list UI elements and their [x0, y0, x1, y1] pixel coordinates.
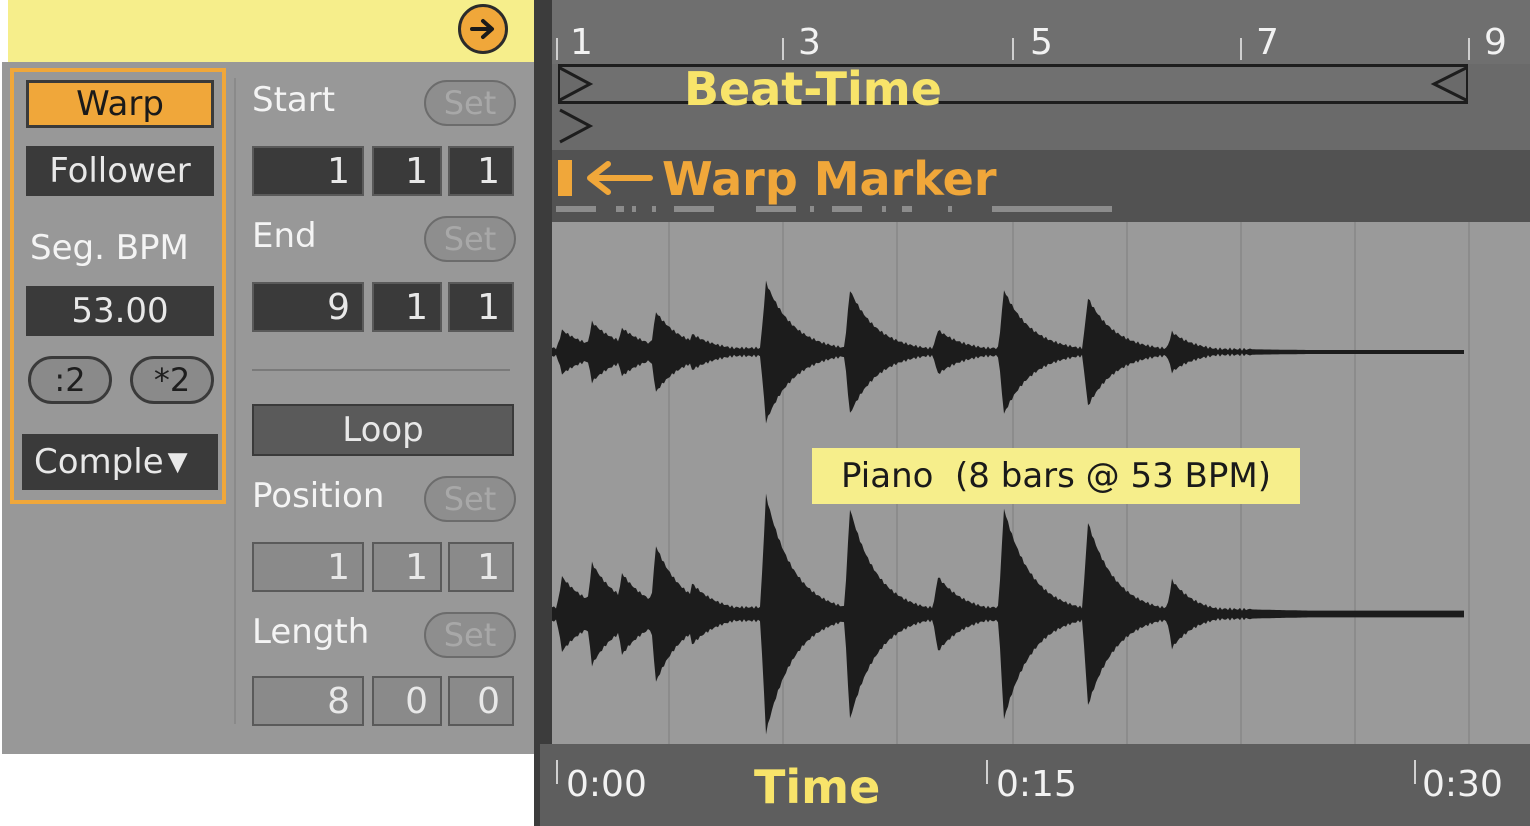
- clip-title-bar: [8, 0, 534, 62]
- waveform-channel: [552, 280, 1464, 424]
- position-bar-field[interactable]: 1: [252, 542, 364, 592]
- chevron-down-icon: ▼: [167, 447, 188, 477]
- warp-algorithm-value: Comple: [34, 442, 164, 482]
- length-beat-field[interactable]: 0: [372, 676, 442, 726]
- transient-markers: [556, 206, 1112, 212]
- panel-separator: [534, 0, 552, 826]
- time-label-mid: 0:15: [996, 764, 1077, 805]
- end-beat-field[interactable]: 1: [372, 282, 442, 332]
- ruler-tick: [1240, 38, 1242, 60]
- waveform-channel: [552, 493, 1464, 735]
- start-set-button[interactable]: Set: [424, 80, 516, 126]
- time-tick: [1414, 760, 1416, 784]
- ruler-tick: [556, 38, 558, 60]
- warp-mode-button[interactable]: Follower: [26, 146, 214, 196]
- length-set-button[interactable]: Set: [424, 612, 516, 658]
- ruler-bar-1: 1: [570, 22, 593, 63]
- warp-marker[interactable]: [558, 160, 572, 196]
- beat-time-annotation: Beat-Time: [684, 62, 942, 116]
- time-label-end: 0:30: [1422, 764, 1503, 805]
- warp-marker-annotation: Warp Marker: [662, 152, 997, 206]
- time-label-start: 0:00: [566, 764, 647, 805]
- warp-algorithm-dropdown[interactable]: Comple ▼: [22, 434, 218, 490]
- start-beat-field[interactable]: 1: [372, 146, 442, 196]
- time-annotation: Time: [754, 760, 881, 814]
- ruler-bar-5: 5: [1030, 22, 1053, 63]
- start-label: Start: [252, 80, 336, 120]
- time-tick: [556, 760, 558, 784]
- seg-bpm-field[interactable]: 53.00: [26, 286, 214, 336]
- clip-name-label: Piano (8 bars @ 53 BPM): [812, 448, 1300, 504]
- time-tick: [986, 760, 988, 784]
- end-sixteenth-field[interactable]: 1: [448, 282, 514, 332]
- section-divider: [252, 369, 510, 371]
- position-set-button[interactable]: Set: [424, 476, 516, 522]
- ruler-bar-9: 9: [1484, 22, 1507, 63]
- seg-bpm-label: Seg. BPM: [30, 228, 189, 268]
- arrow-left-icon: [587, 161, 653, 195]
- end-label: End: [252, 216, 317, 256]
- end-bar-field[interactable]: 9: [252, 282, 364, 332]
- end-set-button[interactable]: Set: [424, 216, 516, 262]
- ruler-bar-7: 7: [1256, 22, 1279, 63]
- arrow-right-icon[interactable]: [458, 4, 508, 54]
- ruler-tick: [782, 38, 784, 60]
- start-sixteenth-field[interactable]: 1: [448, 146, 514, 196]
- start-marker-icon[interactable]: [558, 64, 598, 144]
- length-label: Length: [252, 612, 370, 652]
- ruler-tick: [1012, 38, 1014, 60]
- position-label: Position: [252, 476, 385, 516]
- end-marker-icon[interactable]: [1428, 64, 1468, 104]
- ruler-tick: [1468, 38, 1470, 60]
- ruler-bar-3: 3: [798, 22, 821, 63]
- half-bpm-button[interactable]: :2: [28, 356, 112, 404]
- position-beat-field[interactable]: 1: [372, 542, 442, 592]
- length-bar-field[interactable]: 8: [252, 676, 364, 726]
- start-bar-field[interactable]: 1: [252, 146, 364, 196]
- loop-button[interactable]: Loop: [252, 404, 514, 456]
- panel-divider: [234, 78, 236, 724]
- position-sixteenth-field[interactable]: 1: [448, 542, 514, 592]
- warp-button[interactable]: Warp: [26, 80, 214, 128]
- length-sixteenth-field[interactable]: 0: [448, 676, 514, 726]
- double-bpm-button[interactable]: *2: [130, 356, 214, 404]
